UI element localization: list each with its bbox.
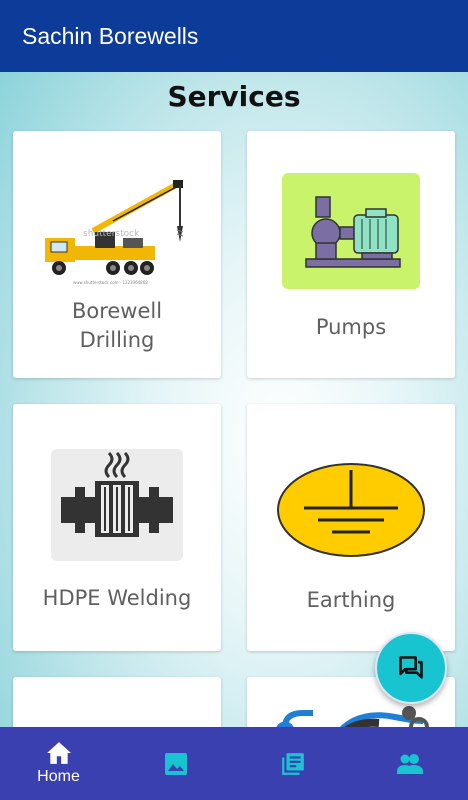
service-card-earthing[interactable]: Earthing — [247, 404, 455, 651]
svg-text:www.shutterstock.com · 1323964: www.shutterstock.com · 1323964868 — [73, 280, 148, 285]
service-label: HDPE Welding — [42, 586, 192, 610]
chat-fab[interactable] — [375, 632, 447, 704]
service-label: Pumps — [315, 315, 387, 339]
nav-people[interactable] — [351, 727, 468, 800]
svg-text:shutterstock: shutterstock — [83, 229, 140, 239]
service-card-hdpe-welding[interactable]: HDPE Welding — [13, 404, 221, 651]
app-title: Sachin Borewells — [22, 22, 199, 49]
hdpe-welding-icon — [51, 449, 183, 561]
page-title: Services — [167, 80, 301, 113]
service-card-borewell-drilling[interactable]: shutterstock www.shutterstock.com · 1323… — [13, 131, 221, 378]
home-icon — [46, 742, 71, 764]
library-icon — [281, 752, 304, 775]
service-card-pumps[interactable]: Pumps — [247, 131, 455, 378]
chat-icon — [399, 656, 423, 679]
people-icon — [396, 753, 423, 774]
nav-home-label: Home — [37, 768, 80, 785]
earthing-icon — [277, 463, 425, 557]
drilling-truck-icon: shutterstock www.shutterstock.com · 1323… — [45, 180, 184, 285]
nav-gallery[interactable] — [117, 727, 234, 800]
nav-library[interactable] — [234, 727, 351, 800]
service-label: Earthing — [306, 588, 396, 612]
bottom-navigation: Home — [0, 727, 468, 800]
nav-home[interactable]: Home — [0, 727, 117, 800]
app-bar: Sachin Borewells — [0, 0, 468, 72]
service-label: Borewell Drilling — [71, 299, 163, 352]
pump-icon — [282, 173, 420, 289]
gallery-icon — [164, 752, 187, 775]
